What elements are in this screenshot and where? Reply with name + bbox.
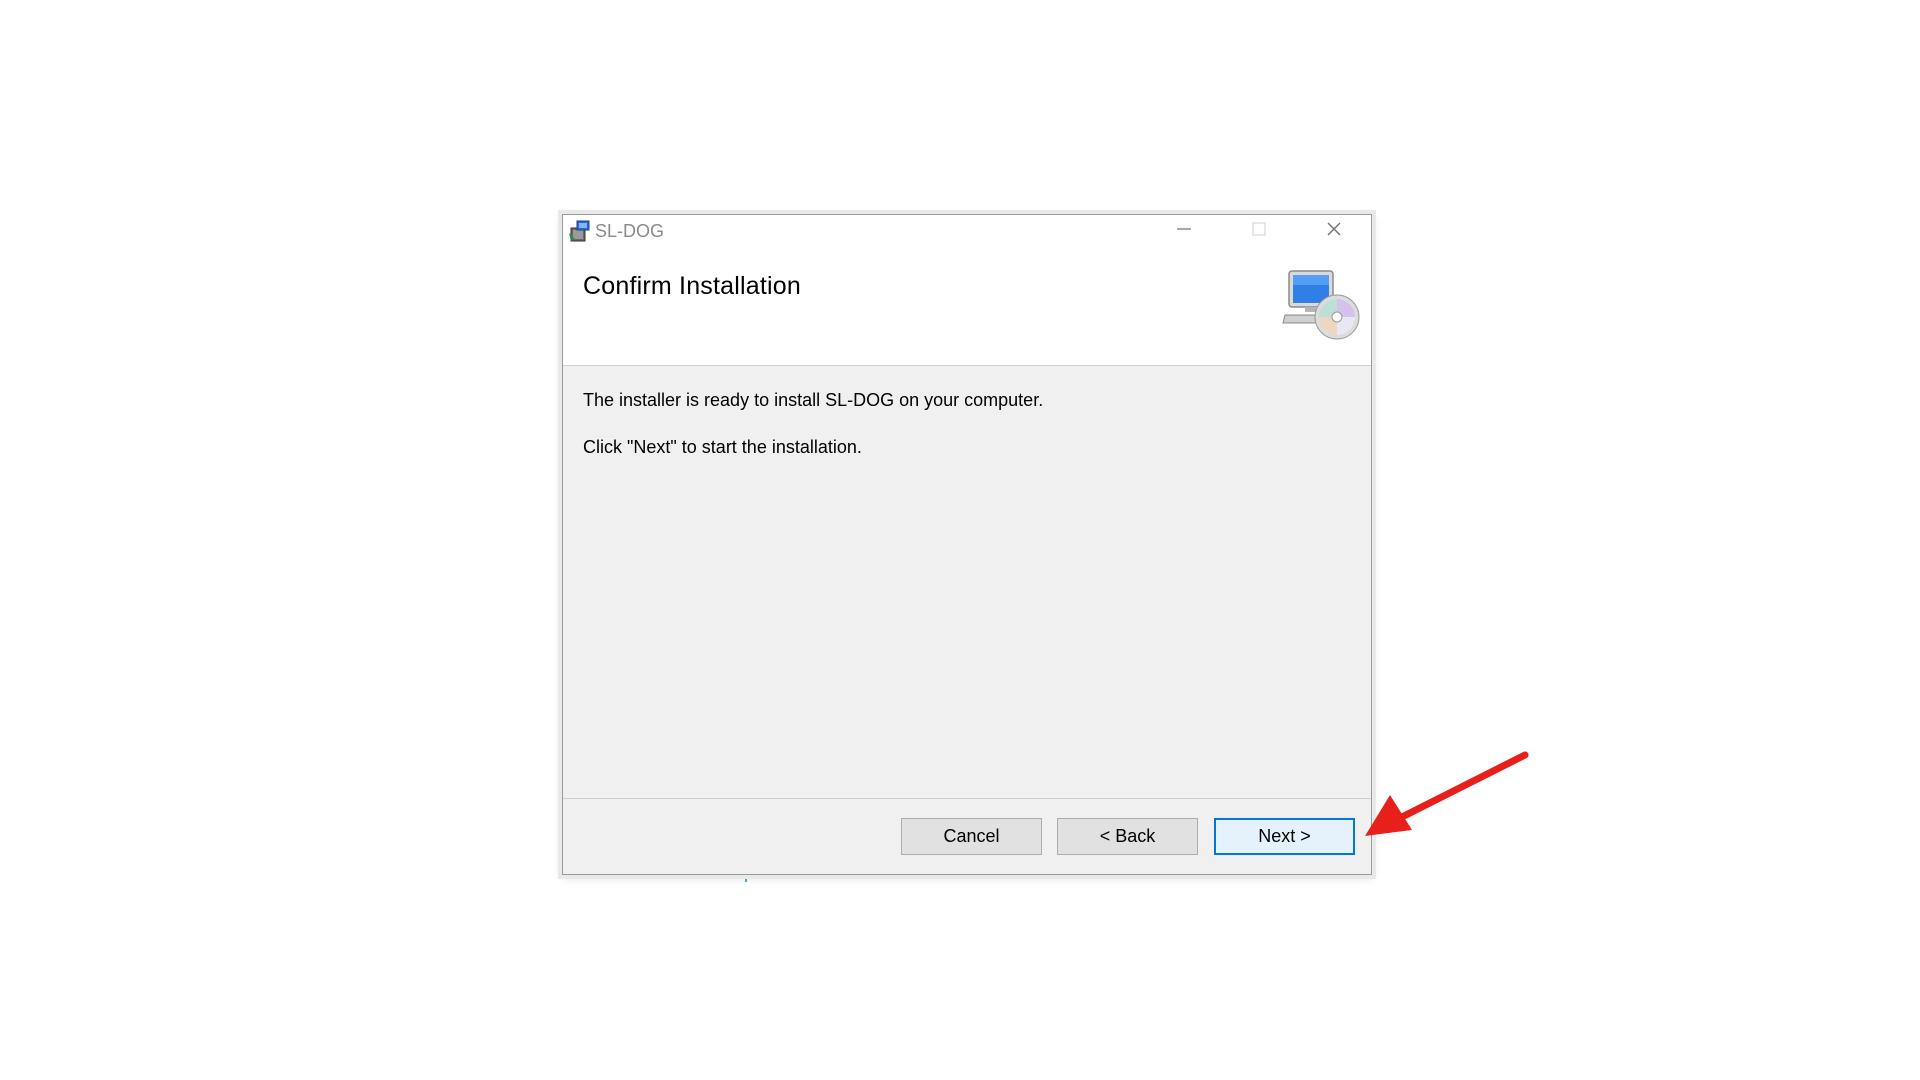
window-controls: [1146, 215, 1371, 247]
next-button[interactable]: Next >: [1214, 818, 1355, 855]
computer-cd-icon: [1281, 265, 1361, 341]
title-bar[interactable]: SL-DOG: [563, 215, 1371, 247]
minimize-icon: [1176, 221, 1192, 242]
red-arrow-annotation: [1360, 750, 1530, 840]
installer-window: SL-DOG Confirm Installation The installe…: [562, 214, 1372, 875]
wizard-header: Confirm Installation: [563, 247, 1371, 366]
maximize-button[interactable]: [1221, 215, 1296, 247]
instruction-message: Click "Next" to start the installation.: [583, 437, 862, 457]
close-icon: [1326, 221, 1342, 242]
window-title: SL-DOG: [595, 220, 665, 241]
ready-message: The installer is ready to install SL-DOG…: [583, 390, 1044, 410]
installer-app-icon: [567, 219, 591, 243]
cancel-button[interactable]: Cancel: [901, 818, 1042, 855]
button-bar: Cancel < Back Next >: [563, 799, 1371, 875]
wizard-body: The installer is ready to install SL-DOG…: [563, 366, 1371, 799]
close-button[interactable]: [1296, 215, 1371, 247]
maximize-icon: [1251, 221, 1267, 242]
back-button[interactable]: < Back: [1057, 818, 1198, 855]
page-title: Confirm Installation: [583, 272, 801, 300]
minimize-button[interactable]: [1146, 215, 1221, 247]
